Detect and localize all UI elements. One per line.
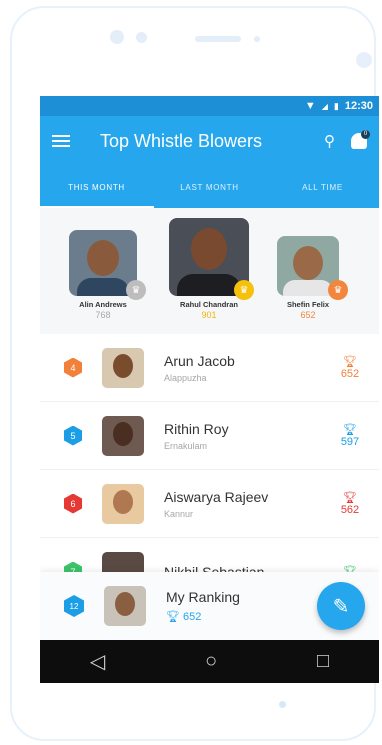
crown-icon: ♛ xyxy=(234,280,254,300)
home-indicator-dot-icon xyxy=(279,701,286,708)
tab-this-month[interactable]: THIS MONTH xyxy=(40,183,153,192)
rank-badge: 6 xyxy=(64,493,82,514)
earpiece-speaker xyxy=(195,36,241,42)
list-item[interactable]: 4 Arun Jacob Alappuzha 🏆︎ 652 xyxy=(40,334,379,402)
avatar xyxy=(102,483,144,524)
android-nav-bar: ◁ ○ □ xyxy=(40,640,379,683)
person-location: Alappuzha xyxy=(164,372,207,383)
trophy-icon: 🏆︎ xyxy=(343,491,357,504)
podium-score: 901 xyxy=(201,310,217,320)
menu-icon[interactable] xyxy=(52,135,70,147)
list-item[interactable]: 6 Aiswarya Rajeev Kannur 🏆︎ 562 xyxy=(40,470,379,538)
person-score: 597 xyxy=(340,435,360,448)
recents-icon[interactable]: □ xyxy=(317,650,329,673)
sensor-icon xyxy=(136,32,147,43)
signal-icon: ◢ xyxy=(321,101,328,111)
trophy-icon: 🏆︎ xyxy=(166,611,180,623)
tab-all-time[interactable]: ALL TIME xyxy=(266,183,379,192)
rank-badge: 5 xyxy=(64,425,82,446)
list-item[interactable]: 5 Rithin Roy Ernakulam 🏆︎ 597 xyxy=(40,402,379,470)
rank-badge: 4 xyxy=(64,357,82,378)
front-camera-icon xyxy=(110,30,124,44)
sensor-dot-icon xyxy=(254,36,260,42)
crown-icon: ♛ xyxy=(126,280,146,300)
crown-icon: ♛ xyxy=(328,280,348,300)
edit-icon: ✎ xyxy=(332,595,350,618)
podium-name: Alin Andrews xyxy=(79,300,127,309)
notification-badge: 0 xyxy=(361,130,370,139)
edit-fab-button[interactable]: ✎ xyxy=(317,582,365,630)
app-bar: Top Whistle Blowers ⚲ 0 xyxy=(40,116,379,166)
rank-badge: 12 xyxy=(64,595,84,617)
person-name: Rithin Roy xyxy=(164,420,229,437)
podium-first[interactable]: ♛ Rahul Chandran 901 xyxy=(168,218,254,320)
page-title: Top Whistle Blowers xyxy=(100,130,263,151)
proximity-sensor-icon xyxy=(356,52,372,68)
person-score: 652 xyxy=(340,367,360,380)
person-name: Aiswarya Rajeev xyxy=(164,488,269,505)
podium-score: 652 xyxy=(300,310,316,320)
person-location: Kannur xyxy=(164,508,194,519)
podium-second[interactable]: ♛ Alin Andrews 768 xyxy=(68,230,146,320)
podium-name: Rahul Chandran xyxy=(180,300,238,309)
status-bar: ▼ ◢ ▮ 12:30 xyxy=(40,96,379,116)
home-icon[interactable]: ○ xyxy=(205,650,217,673)
app-screen: ▼ ◢ ▮ 12:30 Top Whistle Blowers ⚲ 0 THIS… xyxy=(40,96,379,683)
bell-icon[interactable]: 0 xyxy=(351,130,370,149)
podium-third[interactable]: ♛ Shefin Felix 652 xyxy=(276,236,348,320)
battery-icon: ▮ xyxy=(333,100,339,111)
trophy-icon: 🏆︎ xyxy=(343,423,357,436)
person-location: Ernakulam xyxy=(164,440,208,451)
search-icon[interactable]: ⚲ xyxy=(324,132,335,150)
back-icon[interactable]: ◁ xyxy=(90,649,105,674)
wifi-icon: ▼ xyxy=(304,100,316,112)
avatar xyxy=(104,586,146,626)
leaderboard-list: 4 Arun Jacob Alappuzha 🏆︎ 652 5 Rithin R… xyxy=(40,334,379,606)
avatar xyxy=(102,415,144,456)
podium-name: Shefin Felix xyxy=(286,300,330,309)
person-score: 562 xyxy=(340,503,360,516)
podium: ♛ Alin Andrews 768 ♛ Rahul Chandran 901 … xyxy=(40,208,379,334)
period-tabs: THIS MONTH LAST MONTH ALL TIME xyxy=(40,166,379,208)
person-name: Arun Jacob xyxy=(164,352,235,369)
status-time: 12:30 xyxy=(344,100,373,112)
avatar xyxy=(102,347,144,388)
trophy-icon: 🏆︎ xyxy=(343,355,357,368)
tab-last-month[interactable]: LAST MONTH xyxy=(153,183,266,192)
my-ranking-score: 652 xyxy=(183,611,202,623)
podium-score: 768 xyxy=(95,310,111,320)
